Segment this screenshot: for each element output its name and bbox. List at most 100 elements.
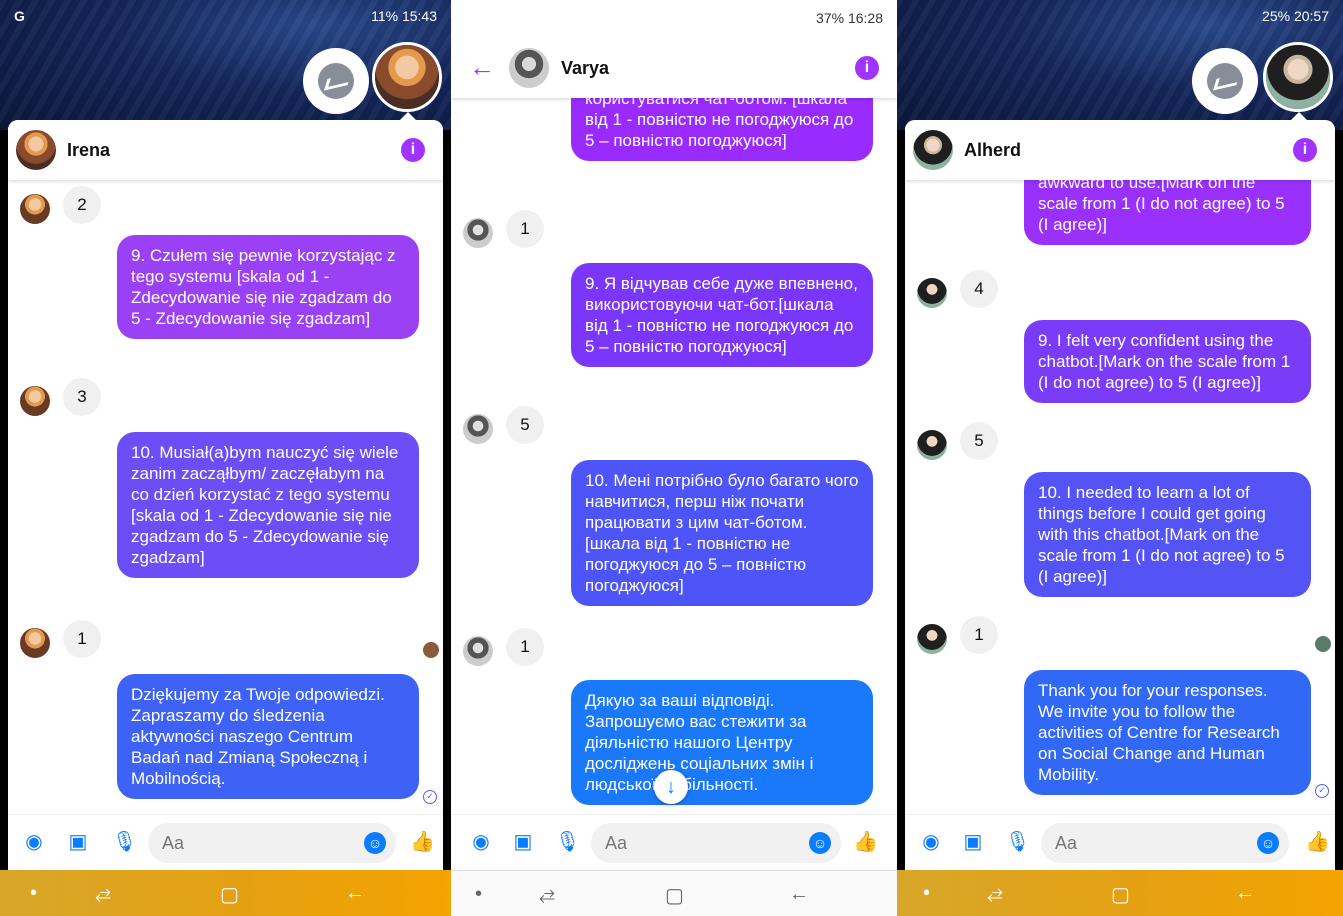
like-icon[interactable]: 👍 bbox=[410, 831, 435, 853]
android-nav-bar: • ⥄ ▢ ← bbox=[451, 870, 897, 916]
phone-screen-irena: G 11% 15:43 Irena i 2 9. Czułem się pewn… bbox=[0, 0, 451, 916]
image-icon[interactable]: ▣ bbox=[961, 831, 985, 853]
emoji-icon[interactable]: ☺ bbox=[364, 832, 386, 854]
avatar bbox=[463, 414, 493, 444]
microphone-icon[interactable]: 🎙 bbox=[112, 831, 137, 853]
camera-icon[interactable]: ◉ bbox=[469, 831, 493, 853]
delivered-check-icon: ✓ bbox=[1315, 784, 1329, 798]
back-nav-icon[interactable]: ← bbox=[345, 882, 365, 905]
message-list[interactable]: 2 9. Czułem się pewnie korzystając z teg… bbox=[8, 180, 443, 814]
outgoing-message[interactable]: 9. Я відчував себе дуже впевнено, викори… bbox=[571, 263, 873, 367]
conversation-header: Alherd i bbox=[905, 120, 1335, 180]
info-icon[interactable]: i bbox=[401, 138, 425, 162]
nav-dot-icon[interactable]: • bbox=[30, 882, 37, 905]
avatar bbox=[463, 636, 493, 666]
outgoing-message[interactable]: 9. I felt very confident using the chatb… bbox=[1024, 320, 1311, 403]
incoming-message[interactable]: 1 bbox=[960, 616, 998, 654]
home-icon[interactable]: ▢ bbox=[1111, 882, 1130, 907]
chathead-avatar-alherd[interactable] bbox=[1263, 42, 1333, 112]
phone-screen-alherd: 25% 20:57 Alherd i awkward to use.[Mark … bbox=[897, 0, 1343, 916]
conversation-header: Irena i bbox=[8, 120, 443, 180]
outgoing-message[interactable]: Dziękujemy za Twoje odpowiedzi. Zaprasza… bbox=[117, 674, 419, 799]
message-list[interactable]: awkward to use.[Mark on the scale from 1… bbox=[905, 180, 1335, 814]
message-input[interactable]: Aa ☺ bbox=[148, 823, 396, 863]
recent-apps-icon[interactable]: ⥄ bbox=[539, 883, 555, 906]
emoji-icon[interactable]: ☺ bbox=[1257, 832, 1279, 854]
composer-bar: ◉ ▣ 🎙 Aa ☺ 👍 bbox=[451, 814, 897, 870]
home-icon[interactable]: ▢ bbox=[220, 882, 239, 907]
emoji-icon[interactable]: ☺ bbox=[809, 832, 831, 854]
composer-bar: ◉ ▣ 🎙 Aa ☺ 👍 bbox=[905, 814, 1335, 870]
messenger-chathead[interactable] bbox=[1192, 48, 1258, 114]
message-input[interactable]: Aa ☺ bbox=[1041, 823, 1289, 863]
like-icon[interactable]: 👍 bbox=[1305, 831, 1330, 853]
info-icon[interactable]: i bbox=[855, 56, 879, 80]
outgoing-message[interactable]: 10. Musiał(a)bym nauczyć się wiele zanim… bbox=[117, 432, 419, 578]
camera-icon[interactable]: ◉ bbox=[919, 831, 943, 853]
chat-window: Alherd i awkward to use.[Mark on the sca… bbox=[905, 120, 1335, 870]
info-icon[interactable]: i bbox=[1293, 138, 1317, 162]
home-icon[interactable]: ▢ bbox=[665, 883, 684, 908]
android-nav-bar: • ⥄ ▢ ← bbox=[897, 870, 1343, 916]
microphone-icon[interactable]: 🎙 bbox=[555, 831, 580, 853]
back-nav-icon[interactable]: ← bbox=[789, 883, 809, 906]
messenger-icon bbox=[1207, 63, 1243, 99]
back-nav-icon[interactable]: ← bbox=[1235, 882, 1255, 905]
message-input-placeholder: Aa bbox=[162, 833, 185, 853]
incoming-message[interactable]: 2 bbox=[63, 186, 101, 224]
contact-name: Alherd bbox=[964, 140, 1022, 160]
outgoing-message[interactable]: awkward to use.[Mark on the scale from 1… bbox=[1024, 180, 1311, 245]
message-input-placeholder: Aa bbox=[1055, 833, 1078, 853]
microphone-icon[interactable]: 🎙 bbox=[1005, 831, 1030, 853]
avatar bbox=[20, 628, 50, 658]
status-right: 25% 20:57 bbox=[1262, 8, 1329, 24]
nav-dot-icon[interactable]: • bbox=[923, 882, 930, 905]
messenger-chathead[interactable] bbox=[303, 48, 369, 114]
status-bar: 25% 20:57 bbox=[897, 6, 1343, 28]
incoming-message[interactable]: 1 bbox=[506, 210, 544, 248]
contact-avatar[interactable] bbox=[509, 48, 549, 88]
back-arrow-icon[interactable]: ← bbox=[469, 52, 495, 83]
incoming-message[interactable]: 5 bbox=[960, 422, 998, 460]
contact-name: Varya bbox=[561, 58, 610, 78]
avatar bbox=[20, 194, 50, 224]
incoming-message[interactable]: 4 bbox=[960, 270, 998, 308]
avatar bbox=[917, 430, 947, 460]
avatar bbox=[917, 624, 947, 654]
outgoing-message[interactable]: 9. Czułem się pewnie korzystając z tego … bbox=[117, 235, 419, 339]
status-bar: G 11% 15:43 bbox=[0, 6, 451, 28]
message-input[interactable]: Aa ☺ bbox=[591, 823, 841, 863]
status-right: 11% 15:43 bbox=[371, 8, 437, 24]
seen-avatar bbox=[423, 642, 439, 658]
recent-apps-icon[interactable]: ⥄ bbox=[987, 882, 1003, 905]
message-list[interactable]: користуватися чат-ботом. [шкала від 1 - … bbox=[451, 98, 897, 814]
chat-window: ← Varya i користуватися чат-ботом. [шкал… bbox=[451, 38, 897, 870]
recent-apps-icon[interactable]: ⥄ bbox=[95, 882, 111, 905]
image-icon[interactable]: ▣ bbox=[511, 831, 535, 853]
status-right: 37% 16:28 bbox=[816, 10, 883, 26]
outgoing-message[interactable]: користуватися чат-ботом. [шкала від 1 - … bbox=[571, 98, 873, 161]
contact-name: Irena bbox=[67, 140, 111, 160]
like-icon[interactable]: 👍 bbox=[853, 831, 878, 853]
nav-dot-icon[interactable]: • bbox=[475, 883, 482, 906]
avatar bbox=[20, 386, 50, 416]
status-left: G bbox=[14, 8, 27, 24]
incoming-message[interactable]: 1 bbox=[63, 620, 101, 658]
avatar bbox=[463, 218, 493, 248]
status-bar: 37% 16:28 bbox=[451, 0, 897, 38]
camera-icon[interactable]: ◉ bbox=[22, 831, 46, 853]
phone-screen-varya: 37% 16:28 ← Varya i користуватися чат-бо… bbox=[451, 0, 897, 916]
scroll-down-button[interactable]: ↓ bbox=[654, 770, 688, 804]
outgoing-message[interactable]: Дякую за ваші відповіді. Запрошуємо вас … bbox=[571, 680, 873, 805]
incoming-message[interactable]: 3 bbox=[63, 378, 101, 416]
contact-avatar[interactable] bbox=[913, 130, 953, 170]
incoming-message[interactable]: 5 bbox=[506, 406, 544, 444]
outgoing-message[interactable]: Thank you for your responses. We invite … bbox=[1024, 670, 1311, 795]
outgoing-message[interactable]: 10. I needed to learn a lot of things be… bbox=[1024, 472, 1311, 597]
contact-avatar[interactable] bbox=[16, 130, 56, 170]
outgoing-message[interactable]: 10. Мені потрібно було багато чого навчи… bbox=[571, 460, 873, 606]
image-icon[interactable]: ▣ bbox=[66, 831, 90, 853]
chathead-avatar-irena[interactable] bbox=[372, 42, 442, 112]
seen-avatar bbox=[1315, 636, 1331, 652]
incoming-message[interactable]: 1 bbox=[506, 628, 544, 666]
